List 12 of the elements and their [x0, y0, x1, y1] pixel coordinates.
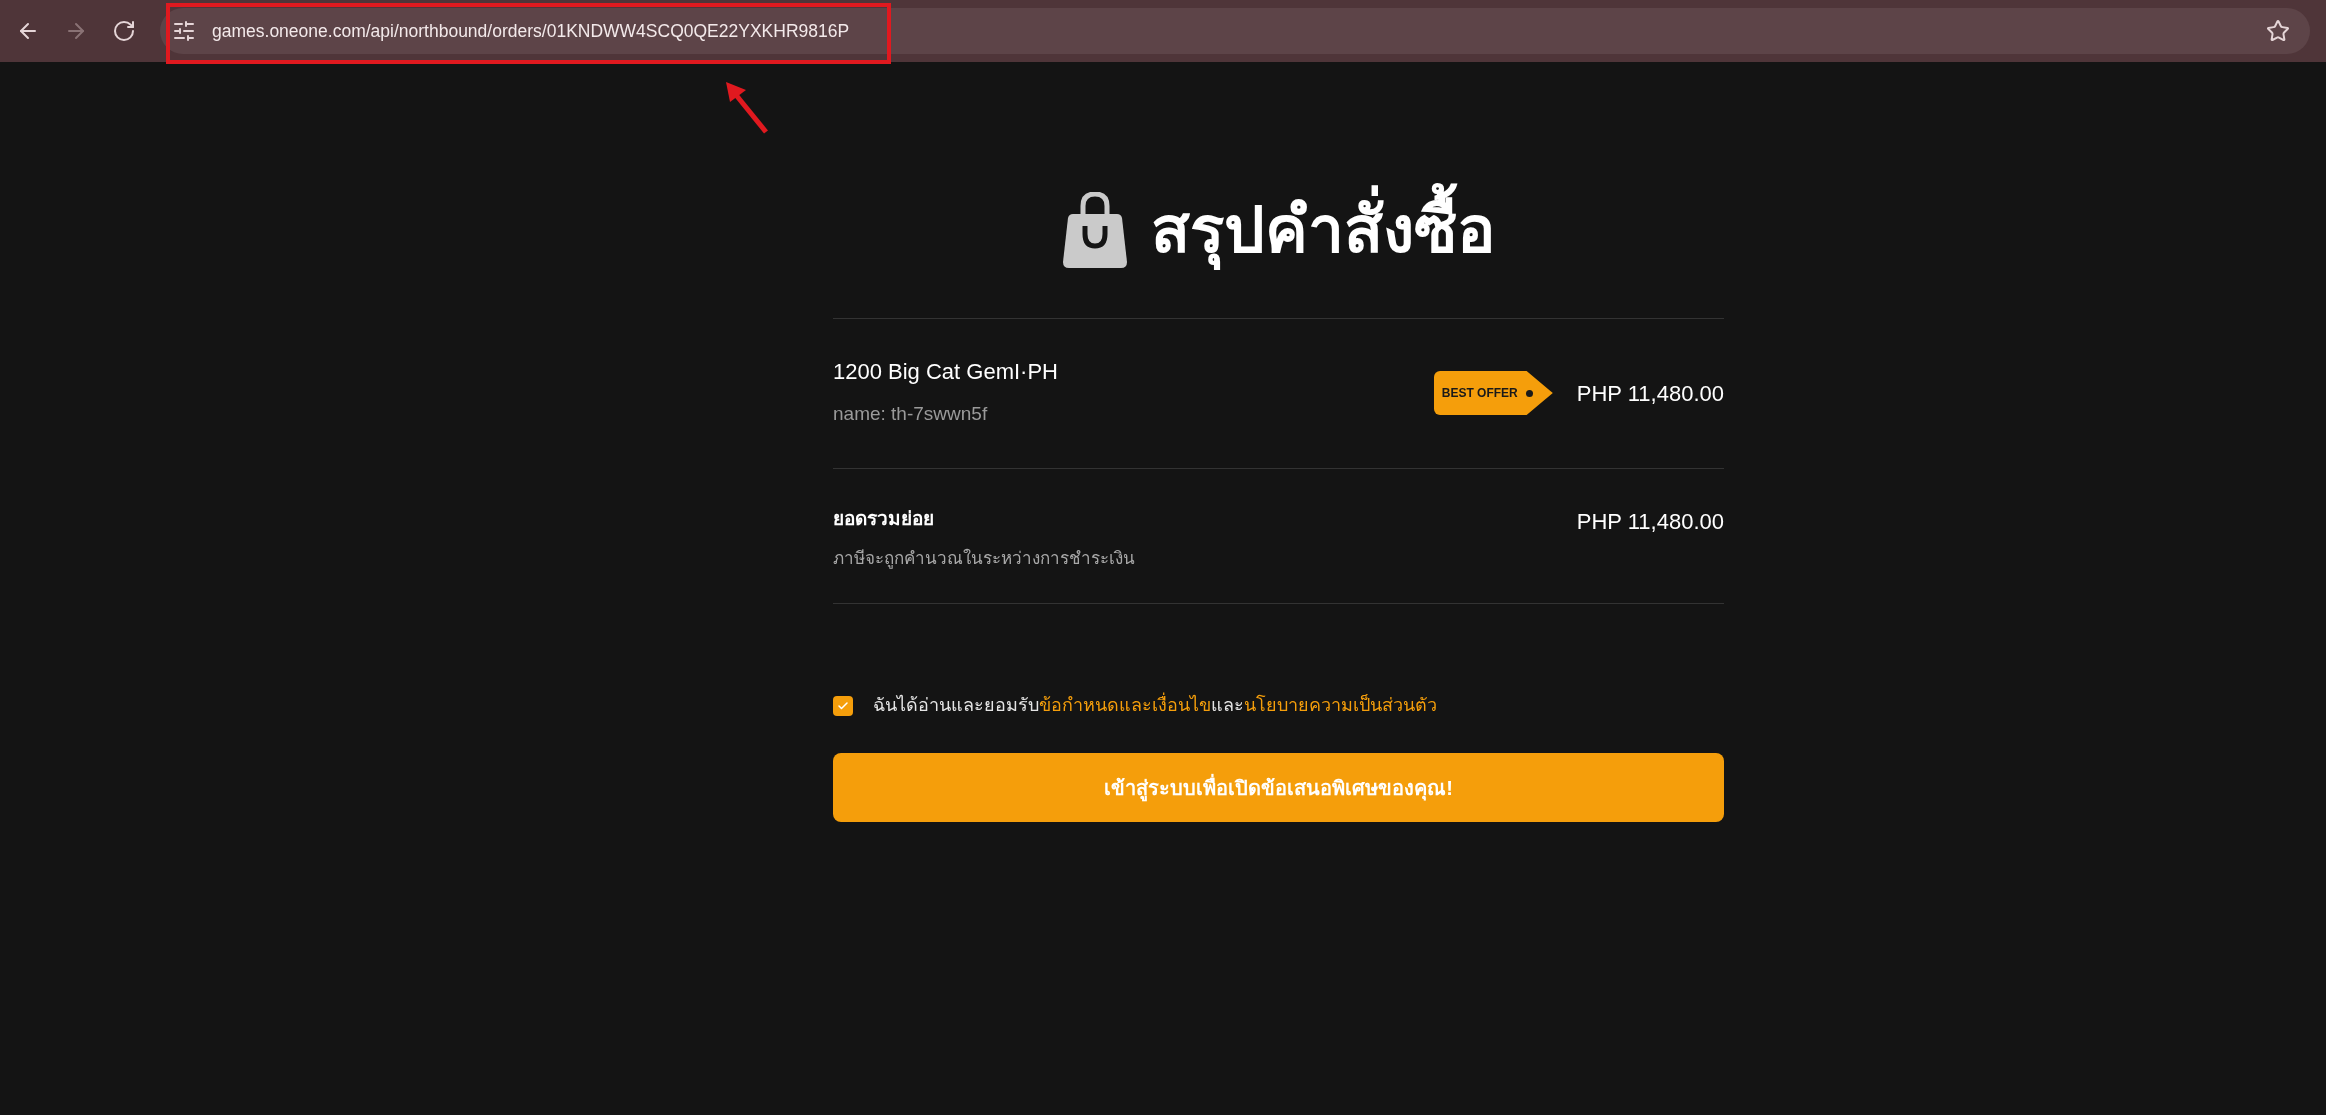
subtotal-amount: PHP 11,480.00	[1576, 508, 1724, 536]
page-title: สรุปคำสั่งซื้อ	[1150, 182, 1495, 278]
tax-note: ภาษีจะถูกคำนวณในระหว่างการชำระเงิน	[833, 547, 1136, 571]
address-bar[interactable]: games.oneone.com/api/northbound/orders/01KNDWW4SCQ0QE22YXKHR9816P	[160, 8, 2310, 54]
subtotal-label: ยอดรวมย่อย	[833, 507, 935, 531]
product-price: PHP 11,480.00	[1576, 379, 1724, 408]
tag-label: BEST OFFER	[1441, 385, 1518, 402]
terms-agreement: ฉันได้อ่านและยอมรับข้อกำหนดและเงื่อนไขและนโยบายความเป็นส่วนตัว	[873, 692, 1437, 719]
url-text: games.oneone.com/api/northbound/orders/01KNDWW4SCQ0QE22YXKHR9816P	[212, 19, 851, 43]
product-detail: name: th-7swwn5f	[833, 402, 989, 426]
terms-link[interactable]: นโยบายความเป็นส่วนตัว	[1244, 695, 1437, 715]
product-name: 1200 Big Cat GemI·PH	[833, 358, 1059, 386]
